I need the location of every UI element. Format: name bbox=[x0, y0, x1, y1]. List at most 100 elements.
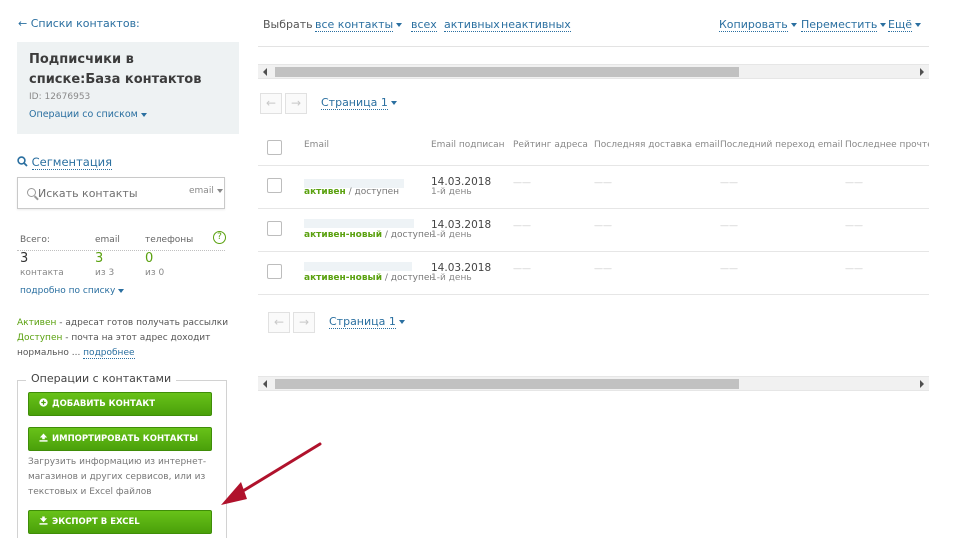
filter-everyone-link[interactable]: всех bbox=[411, 18, 437, 32]
row-divider bbox=[258, 294, 929, 295]
stats-phone-value: 0 bbox=[145, 251, 154, 266]
column-header-last-click[interactable]: Последний переход email bbox=[720, 140, 843, 150]
move-dropdown[interactable]: Переместить bbox=[801, 18, 887, 32]
add-contact-button[interactable]: ДОБАВИТЬ КОНТАКТ bbox=[28, 392, 212, 416]
search-icon bbox=[17, 156, 28, 167]
select-all-contacts-label: все контакты bbox=[315, 18, 394, 32]
upload-icon bbox=[39, 433, 48, 442]
scroll-right-icon[interactable] bbox=[920, 380, 924, 388]
legend-more-link[interactable]: подробнее bbox=[83, 348, 135, 359]
copy-label: Копировать bbox=[719, 18, 788, 32]
chevron-down-icon bbox=[140, 112, 147, 117]
back-to-lists-link[interactable]: ← Списки контактов: bbox=[18, 17, 140, 30]
last-read-empty: —— bbox=[845, 178, 863, 188]
column-header-email[interactable]: Email bbox=[304, 140, 329, 150]
search-placeholder: Искать контакты bbox=[38, 187, 138, 200]
column-header-last-delivery[interactable]: Последняя доставка email bbox=[594, 140, 720, 150]
email-address-redacted[interactable] bbox=[304, 219, 414, 228]
availability-value: доступен bbox=[390, 273, 436, 283]
plus-circle-icon bbox=[39, 398, 48, 407]
scrollbar-thumb[interactable] bbox=[275, 67, 739, 77]
stats-email-sub: из 3 bbox=[95, 268, 115, 278]
segmentation-link[interactable]: Сегментация bbox=[17, 155, 113, 170]
row-checkbox[interactable] bbox=[267, 178, 282, 193]
help-icon[interactable]: ? bbox=[213, 231, 226, 244]
contact-operations-title: Операции с контактами bbox=[26, 372, 177, 385]
next-page-button[interactable]: → bbox=[293, 312, 315, 333]
stats-phone-sub: из 0 bbox=[145, 268, 165, 278]
export-excel-button[interactable]: ЭКСПОРТ В EXCEL bbox=[28, 510, 212, 534]
list-id: ID: 12676953 bbox=[29, 92, 91, 102]
export-excel-label: ЭКСПОРТ В EXCEL bbox=[52, 517, 140, 527]
list-title: Подписчики в списке:База контактов bbox=[29, 52, 202, 87]
last-click-empty: —— bbox=[720, 264, 738, 274]
filter-inactive-link[interactable]: неактивных bbox=[501, 18, 571, 32]
chevron-down-icon bbox=[790, 23, 797, 27]
filter-active-link[interactable]: активных bbox=[444, 18, 500, 32]
stats-email-value: 3 bbox=[95, 251, 104, 266]
stats-total-label: Всего: bbox=[20, 235, 50, 245]
subscribed-day: 1-й день bbox=[431, 187, 472, 197]
arrow-left-icon: ← bbox=[265, 96, 277, 110]
row-checkbox[interactable] bbox=[267, 264, 282, 279]
scroll-left-icon[interactable] bbox=[263, 380, 267, 388]
select-all-contacts-dropdown[interactable]: все контакты bbox=[315, 18, 403, 32]
scrollbar-thumb[interactable] bbox=[275, 379, 739, 389]
search-icon bbox=[27, 188, 36, 197]
stats-phone-label: телефоны bbox=[145, 235, 194, 245]
list-details-link[interactable]: подробно по списку bbox=[20, 286, 125, 296]
search-type-select[interactable]: email bbox=[189, 186, 223, 196]
email-address-redacted[interactable] bbox=[304, 262, 412, 271]
prev-page-button[interactable]: ← bbox=[260, 93, 282, 114]
import-contacts-label: ИМПОРТИРОВАТЬ КОНТАКТЫ bbox=[52, 434, 199, 444]
last-read-empty: —— bbox=[845, 221, 863, 231]
subscribed-day: 1-й день bbox=[431, 230, 472, 240]
segmentation-label: Сегментация bbox=[31, 155, 113, 170]
row-status: активен / доступен bbox=[304, 187, 400, 197]
stats-total-sub: контакта bbox=[20, 268, 64, 278]
horizontal-scrollbar-top[interactable] bbox=[258, 64, 929, 79]
import-contacts-button[interactable]: ИМПОРТИРОВАТЬ КОНТАКТЫ bbox=[28, 427, 212, 451]
chevron-down-icon bbox=[398, 320, 405, 324]
status-value: активен-новый bbox=[304, 230, 382, 240]
page-select-dropdown[interactable]: Страница 1 bbox=[321, 96, 397, 110]
more-label: Ещё bbox=[888, 18, 913, 32]
row-divider bbox=[258, 165, 929, 166]
last-delivery-empty: —— bbox=[594, 221, 612, 231]
toolbar-divider bbox=[258, 46, 929, 47]
stats-email-label: email bbox=[95, 235, 120, 245]
row-status: активен-новый / доступен bbox=[304, 273, 436, 283]
move-label: Переместить bbox=[801, 18, 878, 32]
subscribed-day: 1-й день bbox=[431, 273, 472, 283]
arrow-right-icon: → bbox=[290, 96, 302, 110]
row-divider bbox=[258, 251, 929, 252]
next-page-button[interactable]: → bbox=[285, 93, 307, 114]
chevron-down-icon bbox=[880, 23, 887, 27]
row-checkbox[interactable] bbox=[267, 221, 282, 236]
legend-active-term: Активен bbox=[17, 318, 57, 328]
column-header-subscribed[interactable]: Email подписан bbox=[431, 140, 505, 150]
rating-empty: —— bbox=[513, 264, 531, 274]
download-icon bbox=[39, 516, 48, 525]
status-value: активен bbox=[304, 187, 346, 197]
select-all-checkbox[interactable] bbox=[267, 140, 282, 155]
scroll-left-icon[interactable] bbox=[263, 68, 267, 76]
column-header-rating[interactable]: Рейтинг адреса bbox=[513, 140, 588, 150]
stats-total-value: 3 bbox=[20, 251, 29, 266]
more-dropdown[interactable]: Ещё bbox=[888, 18, 922, 32]
last-read-empty: —— bbox=[845, 264, 863, 274]
copy-dropdown[interactable]: Копировать bbox=[719, 18, 797, 32]
select-label: Выбрать bbox=[263, 18, 313, 31]
horizontal-scrollbar-bottom[interactable] bbox=[258, 376, 929, 391]
prev-page-button[interactable]: ← bbox=[268, 312, 290, 333]
scroll-right-icon[interactable] bbox=[920, 68, 924, 76]
import-description: Загрузить информацию из интернет-магазин… bbox=[28, 457, 207, 497]
page-select-dropdown[interactable]: Страница 1 bbox=[329, 315, 405, 329]
list-operations-dropdown[interactable]: Операции со списком bbox=[29, 109, 147, 120]
chevron-down-icon bbox=[915, 23, 922, 27]
chevron-down-icon bbox=[390, 101, 397, 105]
column-header-last-read[interactable]: Последнее прочтени bbox=[845, 140, 929, 150]
stats-divider bbox=[17, 250, 225, 251]
list-details-label: подробно по списку bbox=[20, 286, 116, 296]
arrow-right-icon: → bbox=[298, 315, 310, 329]
